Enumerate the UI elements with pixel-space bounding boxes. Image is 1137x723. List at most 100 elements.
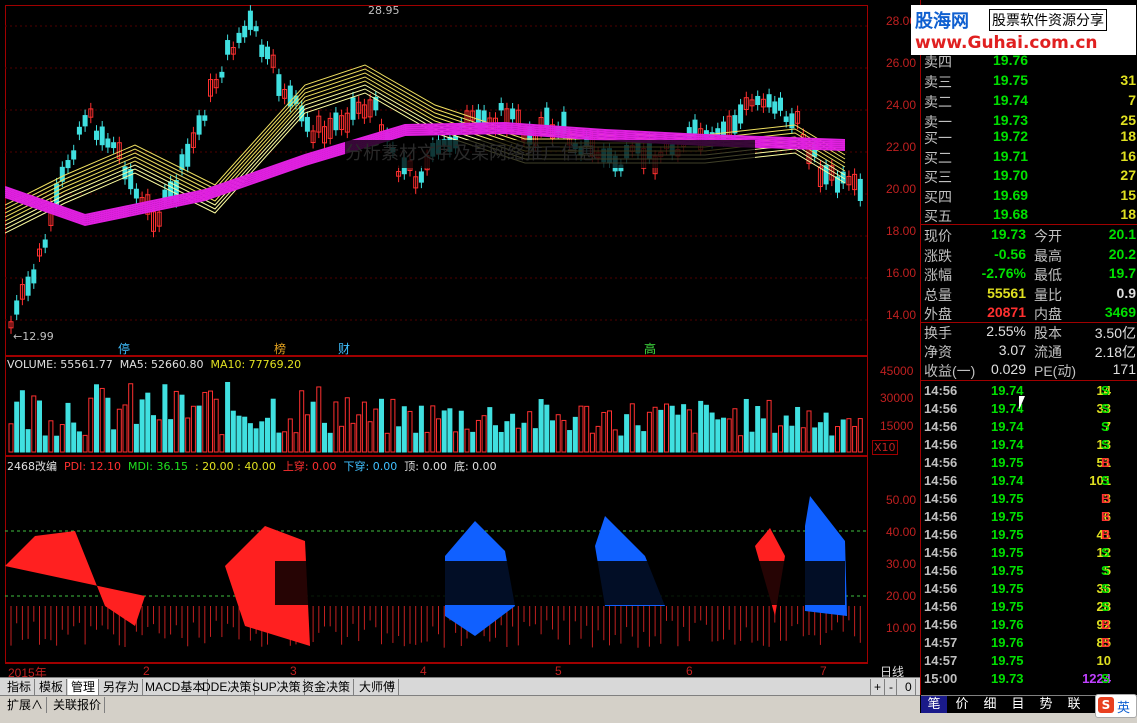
zoom-reset-button[interactable]: 0	[902, 679, 916, 695]
tick-row[interactable]: 14:56 19.74 33 S	[921, 401, 1137, 419]
tick-row[interactable]: 14:56 19.75 36 S	[921, 581, 1137, 599]
price-candle-body	[14, 300, 20, 315]
right-tab-detail[interactable]: 细	[977, 696, 1003, 714]
tab-dde[interactable]: DDE决策	[199, 679, 256, 695]
ask-row[interactable]: 卖三 19.75 31	[921, 72, 1137, 92]
price-candle-body	[219, 71, 225, 78]
tick-row[interactable]: 14:56 19.75 41 B	[921, 527, 1137, 545]
vol-tick-45000: 45000	[880, 364, 914, 378]
tab-expand[interactable]: 扩展∧	[4, 697, 48, 713]
tick-row[interactable]: 14:56 19.76 92 B	[921, 617, 1137, 635]
zoom-minus-button[interactable]: -	[886, 679, 897, 695]
indicator-top: 顶: 0.00	[404, 460, 447, 473]
indicator-chart-svg	[5, 496, 868, 648]
tab-fund[interactable]: 资金决策	[299, 679, 355, 695]
tick-row[interactable]: 14:56 19.75 6 B	[921, 509, 1137, 527]
quote-divider-2	[921, 322, 1137, 323]
volume-bar	[664, 403, 669, 453]
price-candle-body	[82, 115, 88, 127]
right-tab-trades[interactable]: 笔	[921, 696, 947, 714]
price-candle-body	[225, 40, 231, 55]
vol-tick-15000: 15000	[880, 419, 914, 433]
tick-row[interactable]: 14:56 19.74 14 S	[921, 383, 1137, 401]
volume-multiplier: X10	[872, 440, 898, 455]
tick-row[interactable]: 14:56 19.74 7 S	[921, 419, 1137, 437]
bid-row[interactable]: 买三 19.70 27	[921, 167, 1137, 187]
tick-row[interactable]: 14:56 19.75 51 B	[921, 455, 1137, 473]
volume-bar	[470, 431, 476, 453]
tick-row[interactable]: 14:56 19.75 3 B	[921, 491, 1137, 509]
ask-price: 19.73	[993, 112, 1029, 128]
tick-flag: S	[1101, 401, 1110, 416]
volume-bar	[544, 404, 550, 453]
stat2-value: 2.55%	[986, 323, 1026, 339]
right-tab-eye[interactable]: 目	[1005, 696, 1031, 714]
tab-sup[interactable]: SUP决策	[249, 679, 305, 695]
tick-row[interactable]: 14:56 19.75 5 S	[921, 563, 1137, 581]
volume-bar	[829, 435, 835, 453]
tick-price: 19.75	[991, 455, 1024, 470]
tab-related-quote[interactable]: 关联报价	[50, 697, 106, 713]
right-tab-trend[interactable]: 势	[1033, 696, 1059, 714]
ime-indicator[interactable]: S 英	[1095, 694, 1137, 718]
tab-manage[interactable]: 管理	[68, 679, 100, 695]
volume-bar	[629, 403, 635, 453]
marker-rank: 榜	[274, 342, 287, 356]
bid-price: 19.70	[993, 167, 1029, 183]
tick-flag: S	[1101, 563, 1110, 578]
chart-area[interactable]: 28.95 ←12.99 分析素材文字及某网络推广信息 28.00 26.00 24…	[0, 0, 920, 680]
volume-bar	[122, 404, 128, 453]
tick-time: 14:56	[924, 473, 958, 488]
volume-bar	[487, 407, 493, 453]
right-tab-link[interactable]: 联	[1061, 696, 1087, 714]
volume-bar	[726, 418, 732, 453]
tick-row[interactable]: 15:00 19.73 1224 S	[921, 671, 1137, 689]
zoom-plus-button[interactable]: +	[870, 679, 886, 695]
tick-row[interactable]: 14:57 19.76 85 B	[921, 635, 1137, 653]
indicator-red-area	[5, 531, 145, 626]
right-tab-price[interactable]: 价	[949, 696, 975, 714]
bid-row[interactable]: 买五 19.68 18	[921, 206, 1137, 226]
bid-row[interactable]: 买一 19.72 18	[921, 128, 1137, 148]
tick-row[interactable]: 14:56 19.75 28 S	[921, 599, 1137, 617]
stat-value: 55561	[987, 284, 1026, 301]
volume-bar	[253, 428, 259, 453]
tick-flag: S	[1101, 671, 1110, 686]
volume-bar	[236, 415, 242, 453]
tick-flag: S	[1101, 473, 1110, 488]
volume-bar	[578, 405, 584, 453]
bid-row[interactable]: 买四 19.69 15	[921, 187, 1137, 207]
volume-bar	[173, 390, 179, 453]
tab-indicator[interactable]: 指标	[4, 679, 36, 695]
volume-bar	[732, 408, 738, 453]
volume-bar	[532, 428, 538, 453]
tick-row[interactable]: 14:56 19.74 13 S	[921, 437, 1137, 455]
stat-label-2: 量比	[1034, 286, 1062, 303]
volume-bar	[618, 435, 624, 453]
tick-row[interactable]: 14:56 19.74 101 S	[921, 473, 1137, 491]
volume-bar	[464, 428, 470, 453]
volume-bar	[475, 419, 481, 453]
ind-tick-40: 40.00	[886, 525, 917, 539]
volume-bar	[515, 427, 521, 453]
tab-save-as[interactable]: 另存为	[100, 679, 144, 695]
volume-bar	[652, 406, 658, 453]
ask-row[interactable]: 卖二 19.74 7	[921, 92, 1137, 112]
volume-bar	[641, 431, 647, 453]
volume-bar	[230, 410, 236, 453]
stat2-value: 3.07	[998, 342, 1026, 358]
price-candle-body	[236, 32, 242, 43]
tab-master[interactable]: 大师傅	[356, 679, 400, 695]
tick-row[interactable]: 14:56 19.75 12 S	[921, 545, 1137, 563]
stat-label: 外盘	[924, 306, 952, 322]
volume-bar	[681, 404, 687, 453]
bid-row[interactable]: 买二 19.71 16	[921, 148, 1137, 168]
volume-bar	[795, 406, 801, 453]
tick-row[interactable]: 14:57 19.75 10	[921, 653, 1137, 671]
volume-chart-svg	[8, 381, 863, 453]
tab-template[interactable]: 模板	[36, 679, 68, 695]
ask-row[interactable]: 卖四 19.76	[921, 52, 1137, 72]
volume-bar	[806, 410, 812, 453]
volume-bar	[447, 408, 453, 453]
bid-volume: 18	[1120, 206, 1136, 222]
